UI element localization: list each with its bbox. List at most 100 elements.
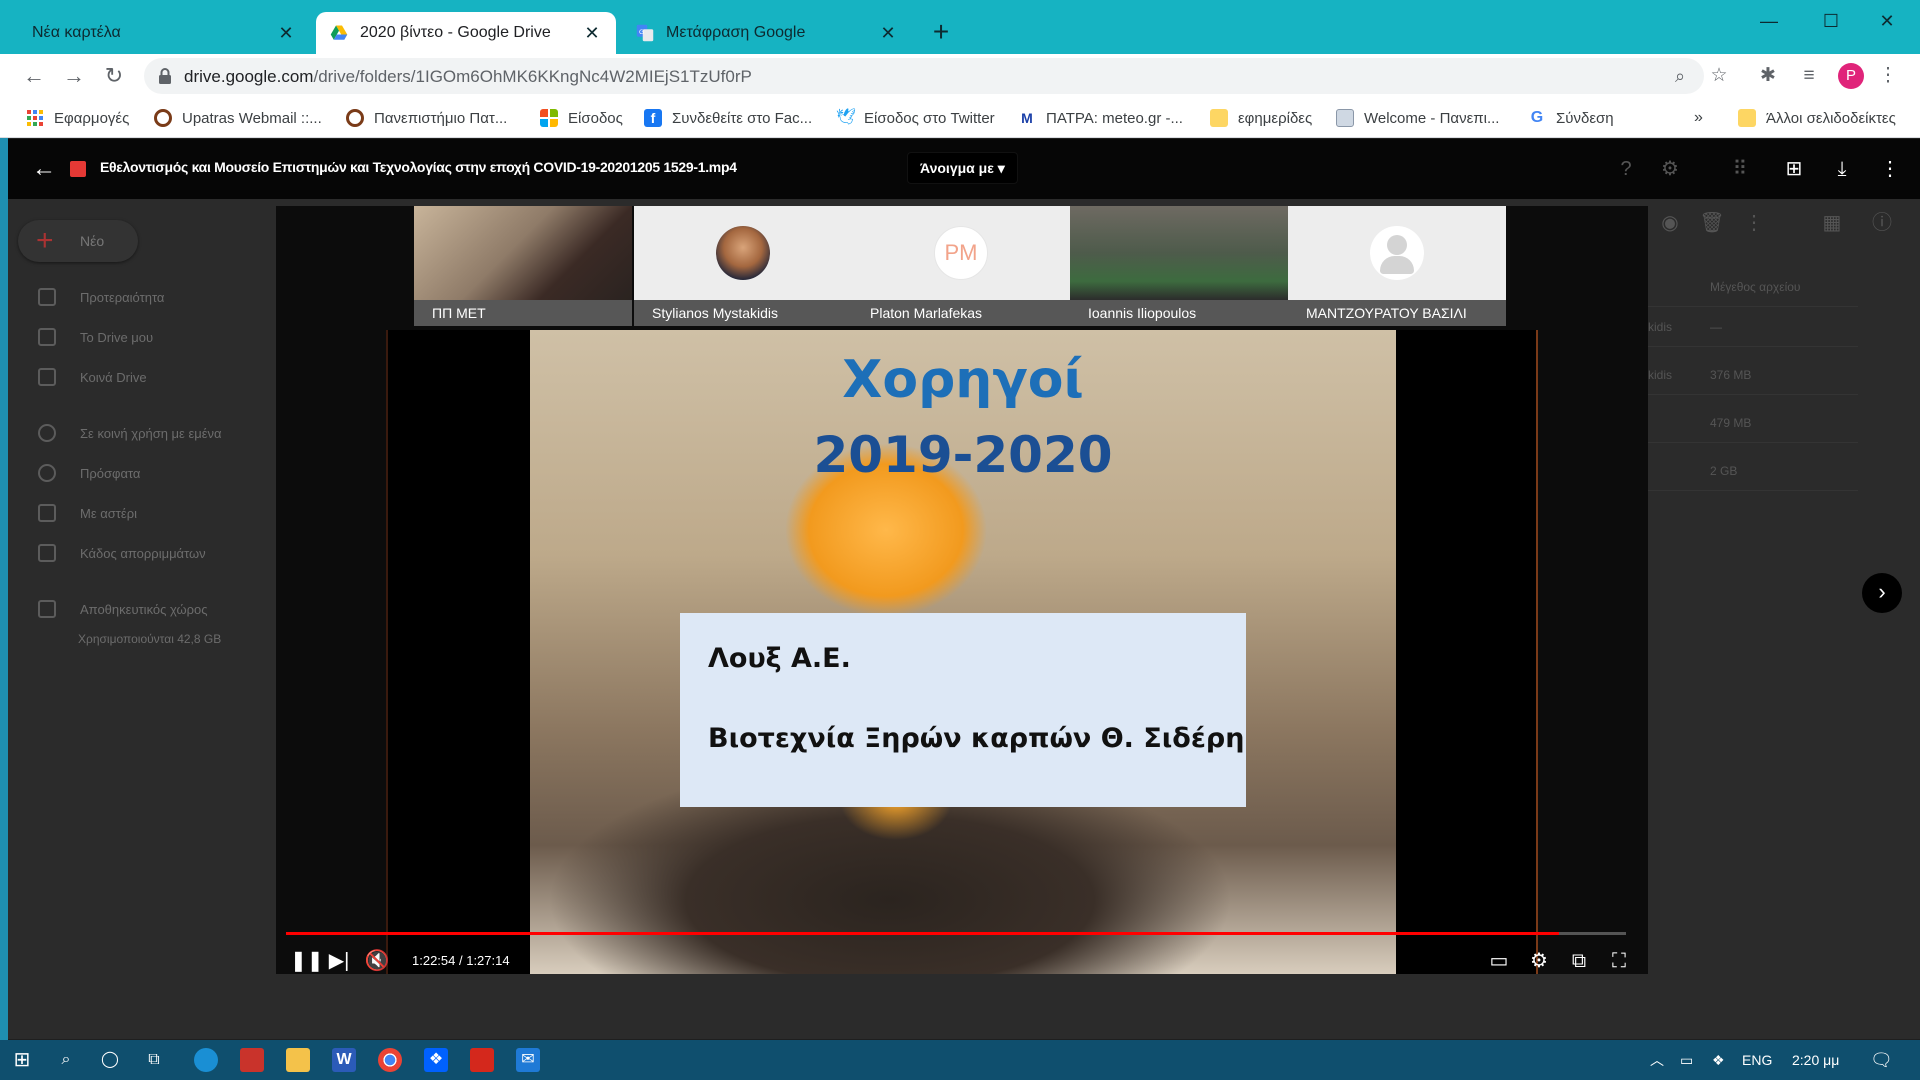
dropbox-icon[interactable]: ❖: [424, 1048, 448, 1072]
url-text: drive.google.com/drive/folders/1IGOm6OhM…: [184, 67, 752, 87]
bookmark-apps[interactable]: Εφαρμογές: [26, 106, 129, 130]
bookmark-upatras[interactable]: Πανεπιστήμιο Πατ...: [346, 106, 507, 130]
address-bar[interactable]: drive.google.com/drive/folders/1IGOm6OhM…: [144, 58, 1704, 94]
download-icon[interactable]: ⤓: [1826, 153, 1858, 185]
tray-overflow-icon[interactable]: ︿: [1650, 1040, 1664, 1080]
pdf-tool-icon[interactable]: [240, 1048, 264, 1072]
bookmark-microsoft-signin[interactable]: Είσοδος: [540, 106, 623, 130]
viewer-more-icon[interactable]: ⋮: [1874, 153, 1906, 185]
nav-label: Με αστέρι: [80, 505, 137, 521]
task-view-icon[interactable]: ⧉: [142, 1048, 166, 1072]
bookmark-label: Upatras Webmail ::...: [182, 109, 322, 127]
file-row[interactable]: 2 GB: [1648, 451, 1858, 491]
browser-menu-icon[interactable]: ⋮: [1876, 64, 1900, 88]
tab-close-icon[interactable]: ✕: [582, 23, 602, 44]
drive-nav-shared-with-me[interactable]: Σε κοινή χρήση με εμένα: [38, 421, 222, 445]
bookmark-facebook[interactable]: f Συνδεθείτε στο Fac...: [644, 106, 812, 130]
notifications-icon[interactable]: 🗨: [1870, 1040, 1893, 1080]
reload-icon[interactable]: ↻: [100, 62, 128, 90]
open-with-button[interactable]: Άνοιγμα με ▾: [907, 152, 1018, 184]
bookmark-other-bookmarks[interactable]: Άλλοι σελιδοδείκτες: [1738, 106, 1896, 130]
google-drive-icon: [330, 25, 348, 40]
tab-google-drive[interactable]: 2020 βίντεο - Google Drive ✕: [316, 12, 616, 54]
search-icon[interactable]: ⌕: [54, 1048, 78, 1072]
drive-nav-trash[interactable]: Κάδος απορριμμάτων: [38, 541, 206, 565]
grid-view-icon[interactable]: ▦: [1816, 207, 1848, 239]
file-row[interactable]: kidis 376 MB: [1648, 355, 1858, 395]
back-arrow-icon[interactable]: ←: [20, 62, 48, 90]
bookmark-star-icon[interactable]: ☆: [1707, 64, 1731, 88]
bookmark-google-signin[interactable]: G Σύνδεση: [1528, 106, 1614, 130]
lock-icon[interactable]: [156, 67, 174, 85]
bookmark-upatras-webmail[interactable]: Upatras Webmail ::...: [154, 106, 322, 130]
delete-icon[interactable]: 🗑: [1696, 207, 1728, 239]
settings-gear-icon[interactable]: ⚙: [1654, 153, 1686, 185]
drive-nav-shared-drives[interactable]: Κοινά Drive: [38, 365, 147, 389]
apps-launcher-icon[interactable]: ⠿: [1724, 153, 1756, 185]
new-label: Νέο: [80, 233, 105, 249]
bookmark-twitter[interactable]: 🕊 Είσοδος στο Twitter: [836, 106, 995, 130]
edge-icon[interactable]: [194, 1048, 218, 1072]
nav-label: Πρόσφατα: [80, 465, 141, 481]
window-close-icon[interactable]: ✕: [1864, 6, 1910, 36]
profile-avatar[interactable]: P: [1838, 63, 1864, 89]
mail-icon[interactable]: ✉: [516, 1048, 540, 1072]
maximize-icon[interactable]: ☐: [1808, 6, 1854, 36]
tab-close-icon[interactable]: ✕: [276, 23, 296, 44]
drive-new-button[interactable]: + Νέο: [18, 220, 138, 262]
participant-name: Ioannis Iliopoulos: [1070, 300, 1288, 326]
facebook-icon: f: [644, 109, 662, 127]
add-to-drive-icon[interactable]: ⊞: [1778, 153, 1810, 185]
video-player[interactable]: ΠΠ ΜΕΤ Stylianos Mystakidis PM Platon Ma…: [276, 206, 1648, 974]
word-icon[interactable]: W: [332, 1048, 356, 1072]
media-queue-icon[interactable]: ≡: [1797, 64, 1821, 88]
dropbox-tray-icon[interactable]: ❖: [1712, 1040, 1725, 1080]
fullscreen-icon[interactable]: ⛶: [1604, 944, 1634, 974]
tab-close-icon[interactable]: ✕: [878, 23, 898, 44]
drive-nav-priority[interactable]: Προτεραιότητα: [38, 285, 164, 309]
bookmark-folder-newspapers[interactable]: εφημερίδες: [1210, 106, 1312, 130]
bookmark-meteo[interactable]: M ΠΑΤΡΑ: meteo.gr -...: [1018, 106, 1183, 130]
drive-nav-starred[interactable]: Με αστέρι: [38, 501, 137, 525]
zoom-icon[interactable]: ⌕: [1669, 65, 1691, 87]
chrome-icon[interactable]: [378, 1048, 402, 1072]
cortana-circle-icon[interactable]: ◯: [98, 1048, 122, 1072]
drive-nav-recent[interactable]: Πρόσφατα: [38, 461, 140, 485]
next-file-chevron-icon[interactable]: ›: [1862, 573, 1902, 613]
player-settings-icon[interactable]: ⚙: [1524, 944, 1554, 974]
close-viewer-back-icon[interactable]: ←: [28, 153, 60, 185]
clock[interactable]: 2:20 μμ: [1792, 1040, 1839, 1080]
captions-icon[interactable]: ▭: [1484, 944, 1514, 974]
forward-arrow-icon[interactable]: →: [60, 62, 88, 90]
tab-new-tab[interactable]: Νέα καρτέλα ✕: [18, 12, 310, 54]
apps-grid-icon: [27, 110, 43, 126]
bookmark-welcome[interactable]: Welcome - Πανεπι...: [1336, 106, 1499, 130]
new-tab-button[interactable]: +: [924, 16, 958, 50]
size-column-header[interactable]: Μέγεθος αρχείου: [1648, 267, 1858, 307]
more-options-icon[interactable]: ⋮: [1738, 207, 1770, 239]
bookmarks-overflow-icon[interactable]: »: [1694, 106, 1703, 130]
drive-nav-my-drive[interactable]: Το Drive μου: [38, 325, 153, 349]
file-explorer-icon[interactable]: [286, 1048, 310, 1072]
miniplayer-icon[interactable]: ⧉: [1564, 944, 1594, 974]
minimize-icon[interactable]: —: [1746, 6, 1792, 36]
next-track-icon[interactable]: ▶|: [326, 944, 352, 974]
extensions-puzzle-icon[interactable]: ✱: [1756, 64, 1780, 88]
file-row[interactable]: kidis —: [1648, 307, 1858, 347]
pause-icon[interactable]: ❚❚: [290, 944, 324, 974]
info-icon[interactable]: ⓘ: [1866, 207, 1898, 239]
tab-google-translate[interactable]: G Μετάφραση Google ✕: [622, 12, 912, 54]
progress-bar[interactable]: [286, 932, 1626, 935]
help-icon[interactable]: ?: [1610, 153, 1642, 185]
acrobat-icon[interactable]: [470, 1048, 494, 1072]
drive-nav-storage[interactable]: Αποθηκευτικός χώρος: [38, 597, 208, 621]
trash-icon: [38, 544, 56, 562]
my-drive-icon: [38, 328, 56, 346]
battery-icon[interactable]: ▭: [1680, 1040, 1693, 1080]
person-placeholder-icon: [1370, 226, 1424, 280]
preview-eye-icon[interactable]: ◉: [1654, 207, 1686, 239]
windows-start-icon[interactable]: ⊞: [10, 1048, 34, 1072]
muted-volume-icon[interactable]: 🔇: [364, 944, 390, 974]
language-indicator[interactable]: ENG: [1742, 1040, 1772, 1080]
file-row[interactable]: 479 MB: [1648, 403, 1858, 443]
